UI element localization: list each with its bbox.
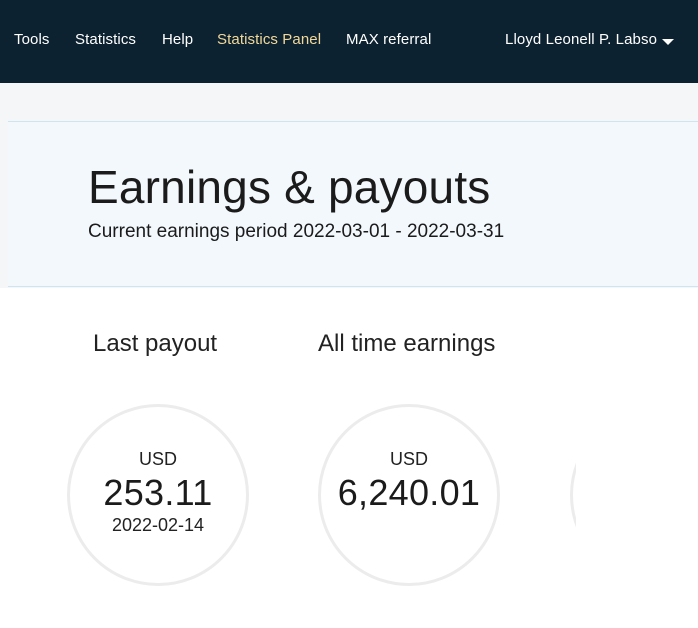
last-payout-date: 2022-02-14 xyxy=(111,515,205,535)
last-payout-amount: 253.11 xyxy=(103,472,213,513)
all-time-earnings-currency: USD xyxy=(389,449,428,469)
third-stat-circle-partial xyxy=(562,404,576,586)
last-payout-title: Last payout xyxy=(93,330,218,357)
earnings-period-subtitle: Current earnings period 2022-03-01 - 202… xyxy=(88,221,505,242)
all-time-earnings-circle: USD 6,240.01 xyxy=(318,404,500,586)
all-time-earnings-amount: 6,240.01 xyxy=(337,472,481,513)
caret-down-icon[interactable] xyxy=(662,39,674,45)
third-stat-circle xyxy=(570,404,576,586)
nav-link-max-referral[interactable]: MAX referral xyxy=(346,31,431,48)
nav-link-tools[interactable]: Tools xyxy=(14,31,50,48)
nav-link-statistics-panel[interactable]: Statistics Panel xyxy=(217,31,321,48)
user-menu-name[interactable]: Lloyd Leonell P. Labso xyxy=(505,31,657,48)
all-time-earnings-title: All time earnings xyxy=(318,330,496,357)
nav-link-statistics[interactable]: Statistics xyxy=(75,31,136,48)
page-title: Earnings & payouts xyxy=(88,161,491,213)
nav-link-help[interactable]: Help xyxy=(162,31,193,48)
top-navigation-bar: Tools Statistics Help Statistics Panel M… xyxy=(0,0,698,83)
last-payout-currency: USD xyxy=(138,449,177,469)
last-payout-circle: USD 253.11 2022-02-14 xyxy=(67,404,249,586)
